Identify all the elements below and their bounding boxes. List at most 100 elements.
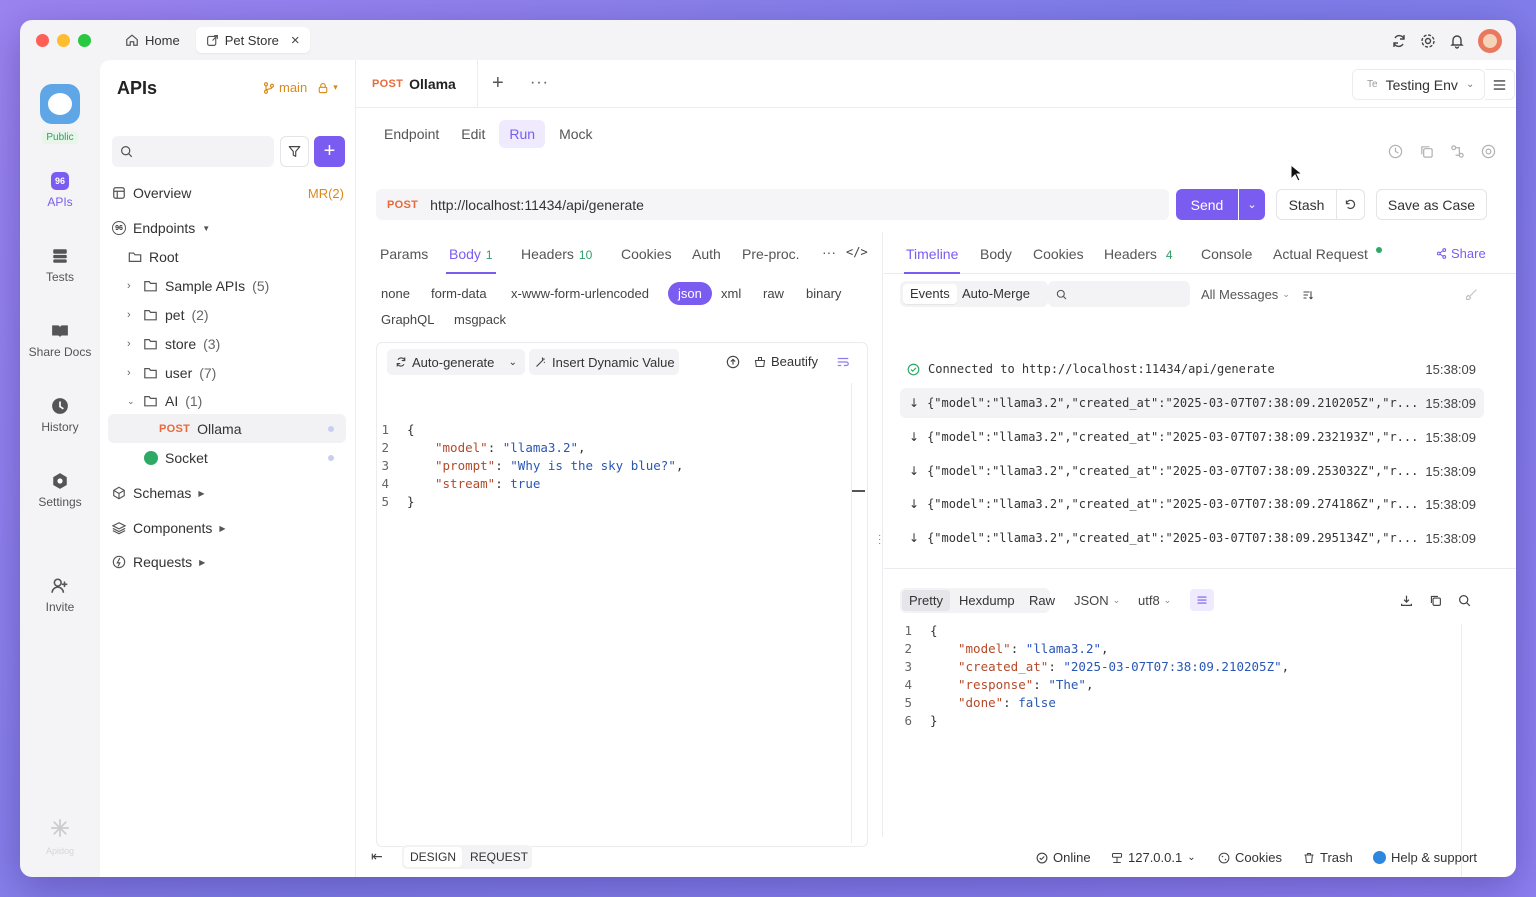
send-options-button[interactable]: ⌄ [1239,189,1265,220]
more-tabs-icon[interactable]: ··· [822,244,836,260]
filter-button[interactable] [280,136,309,167]
upload-icon[interactable] [726,355,740,369]
minimize-window-button[interactable] [57,33,70,47]
timeline-event-row[interactable]: ↓ {"model":"llama3.2","created_at":"2025… [900,523,1484,553]
sidebar-item-socket[interactable]: Socket [144,450,346,466]
tab-body[interactable]: Body 1 [446,234,496,274]
request-body-code[interactable]: 1{ 2 "model": "llama3.2", 3 "prompt": "Why… [377,421,683,511]
rail-item-history[interactable]: History [20,397,100,434]
tab-cookies[interactable]: Cookies [621,246,672,262]
new-tab-button[interactable]: + [492,72,504,95]
response-message-code[interactable]: 1{ 2 "model": "llama3.2", 3 "created_at": … [900,622,1289,730]
rail-item-apis[interactable]: 96 APIs [20,172,100,209]
sidebar-item-ollama[interactable]: POST Ollama [108,414,346,443]
sidebar-item-ai[interactable]: ⌄ AI (1) [127,393,202,409]
tab-timeline[interactable]: Timeline [904,232,961,274]
close-tab-icon[interactable]: × [291,32,300,49]
wrap-toggle[interactable] [1190,589,1214,611]
copy-icon[interactable] [1419,144,1434,159]
drag-handle-icon[interactable]: · · · [878,531,881,549]
body-type-xml[interactable]: xml [721,286,741,301]
send-button[interactable]: Send [1176,189,1238,220]
copy-icon[interactable] [1429,594,1442,607]
sidebar-item-overview[interactable]: Overview MR(2) [112,185,344,201]
auto-generate-button[interactable]: Auto-generate ⌄ [387,349,525,375]
url-input[interactable]: http://localhost:11434/api/generate [430,197,644,213]
body-type-raw[interactable]: raw [763,286,784,301]
history-icon[interactable] [1388,144,1403,159]
sidebar-item-sample-apis[interactable]: › Sample APIs (5) [127,278,269,294]
tab-response-headers[interactable]: Headers 4 [1104,246,1173,262]
message-filter-select[interactable]: All Messages ⌄ [1201,287,1290,302]
tab-console[interactable]: Console [1201,246,1252,262]
tab-response-cookies[interactable]: Cookies [1033,246,1084,262]
sidebar-item-schemas[interactable]: Schemas ▶ [112,485,205,501]
rail-item-share-docs[interactable]: Share Docs [20,322,100,359]
wrap-lines-icon[interactable] [836,355,850,369]
settings-circle-icon[interactable] [1481,144,1496,159]
events-button[interactable]: Events [903,284,957,304]
add-button[interactable]: + [314,136,345,167]
env-selector[interactable]: Te Testing Env ⌄ [1352,69,1485,100]
gear-icon[interactable] [1420,33,1436,49]
url-method[interactable]: POST [387,199,418,211]
share-button[interactable]: Share [1436,246,1486,261]
download-icon[interactable] [1400,594,1413,607]
timeline-connected-row[interactable]: Connected to http://localhost:11434/api/… [900,354,1484,384]
stash-undo-button[interactable] [1336,189,1365,220]
body-type-binary[interactable]: binary [806,286,841,301]
body-type-none[interactable]: none [381,286,410,301]
close-window-button[interactable] [36,33,49,47]
sidebar-item-endpoints[interactable]: 96 Endpoints ▼ [112,220,210,236]
sidebar-item-root[interactable]: Root [128,249,179,265]
sidebar-item-components[interactable]: Components ▶ [112,520,226,536]
sort-icon[interactable] [1302,289,1314,301]
rail-item-invite[interactable]: Invite [20,577,100,614]
save-as-case-button[interactable]: Save as Case [1376,189,1487,220]
body-type-msgpack[interactable]: msgpack [454,312,506,327]
tab-run[interactable]: Run [499,120,546,148]
body-type-json[interactable]: json [668,282,712,305]
format-select[interactable]: JSON ⌄ [1074,593,1120,608]
sidebar-item-requests[interactable]: Requests ▶ [112,554,205,570]
sidebar-search[interactable] [112,136,274,167]
tab-auth[interactable]: Auth [692,246,721,262]
bell-icon[interactable] [1449,33,1465,49]
code-icon[interactable]: </> [846,245,868,259]
search-icon[interactable] [1458,594,1471,607]
sidebar-item-store[interactable]: › store (3) [127,336,220,352]
split-divider[interactable] [884,568,1516,569]
tab-home[interactable]: Home [115,27,190,53]
agent-selector[interactable]: 127.0.0.1 ⌄ [1111,850,1196,865]
scrollbar-thumb[interactable] [852,490,865,492]
view-raw[interactable]: Raw [1029,593,1055,608]
tab-pre-processors[interactable]: Pre-proc. [742,246,800,262]
tab-params[interactable]: Params [380,246,428,262]
avatar[interactable] [1478,29,1502,53]
timeline-event-row[interactable]: ↓ {"model":"llama3.2","created_at":"2025… [900,456,1484,486]
tab-pet-store[interactable]: Pet Store × [195,27,310,53]
view-hexdump[interactable]: Hexdump [959,593,1015,608]
workspace-switcher[interactable]: Public [20,84,100,144]
sidebar-item-pet[interactable]: › pet (2) [127,307,209,323]
online-status[interactable]: Online [1036,850,1091,865]
more-tabs-icon[interactable]: ··· [530,74,549,92]
view-pretty[interactable]: Pretty [902,590,950,611]
flow-icon[interactable] [1450,144,1465,159]
doc-tab-ollama[interactable]: POST Ollama [366,60,478,108]
clear-icon[interactable] [1465,288,1478,301]
tab-response-body[interactable]: Body [980,246,1012,262]
body-type-graphql[interactable]: GraphQL [381,312,434,327]
mr-badge[interactable]: MR(2) [308,186,344,201]
encoding-select[interactable]: utf8 ⌄ [1138,593,1171,608]
design-tab[interactable]: DESIGN [404,847,463,867]
tab-actual-request[interactable]: Actual Request [1273,246,1382,262]
auto-merge-button[interactable]: Auto-Merge [962,286,1030,301]
request-tab[interactable]: REQUEST [470,850,528,864]
sync-icon[interactable] [1391,33,1407,49]
body-type-urlencoded[interactable]: x-www-form-urlencoded [511,286,649,301]
timeline-event-row[interactable]: ↓ {"model":"llama3.2","created_at":"2025… [900,489,1484,519]
branch-selector[interactable]: main ▾ [263,80,338,95]
tab-mock[interactable]: Mock [551,120,600,148]
tab-endpoint[interactable]: Endpoint [376,120,447,148]
